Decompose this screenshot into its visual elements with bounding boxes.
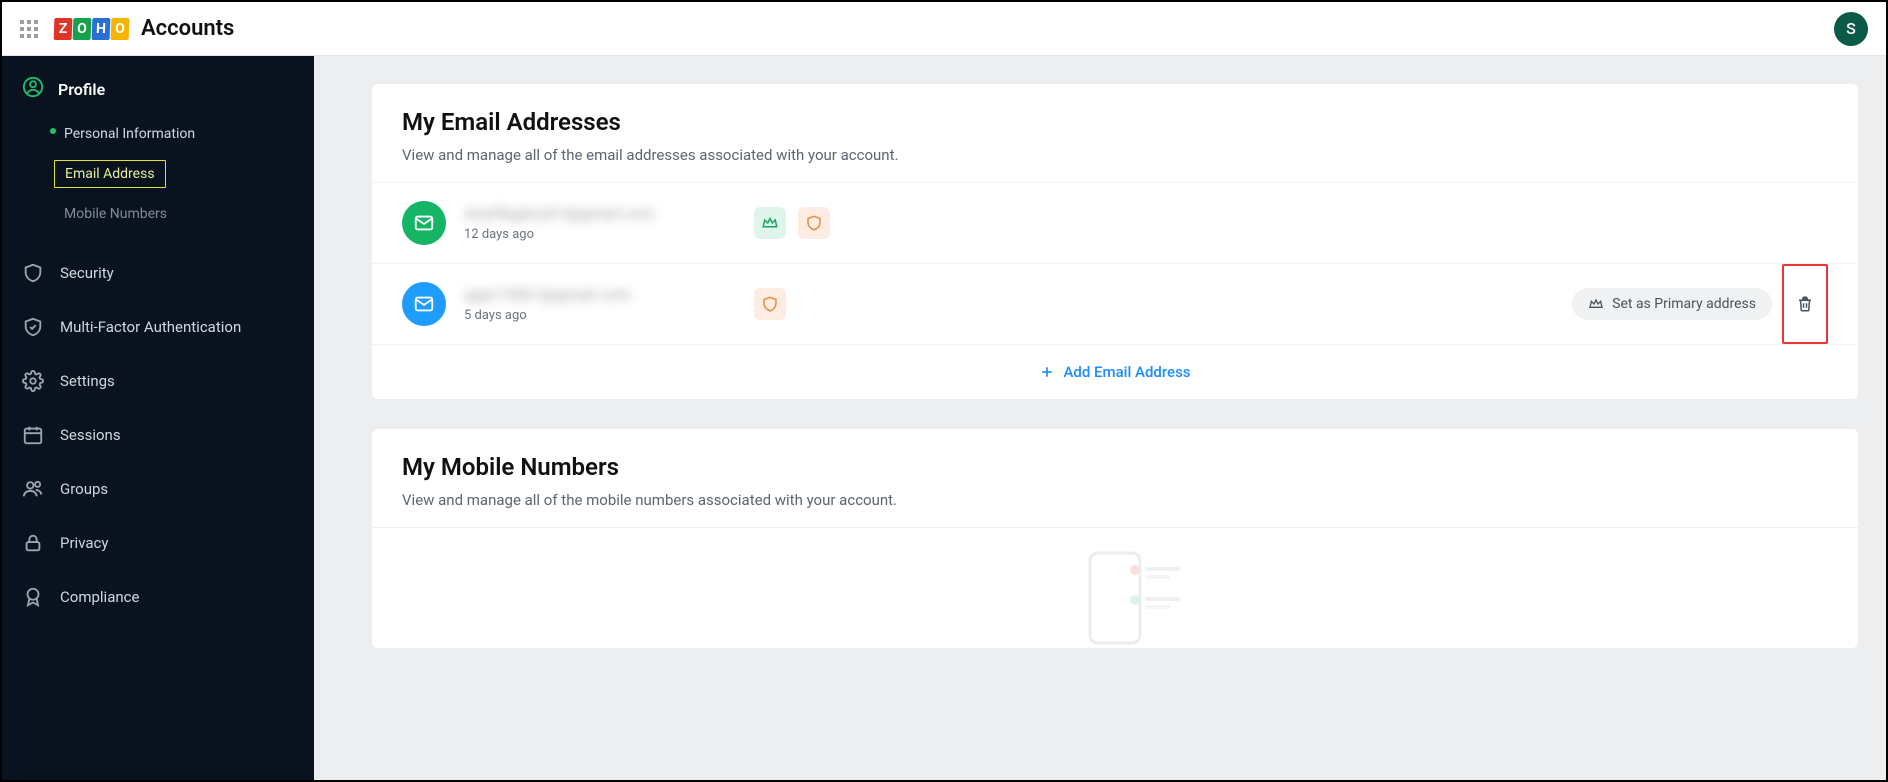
email-addresses-card: My Email Addresses View and manage all o… — [372, 84, 1858, 399]
logo-letter: H — [92, 18, 111, 40]
users-icon — [22, 478, 44, 500]
verified-shield-icon — [798, 207, 830, 239]
empty-state-illustration — [372, 528, 1858, 648]
sidebar-item-label: Compliance — [60, 588, 139, 606]
plus-icon — [1039, 364, 1055, 380]
sidebar-item-label: Security — [60, 264, 114, 282]
email-time-text: 12 days ago — [464, 227, 714, 242]
shield-icon — [22, 262, 44, 284]
card-title: My Mobile Numbers — [402, 453, 1828, 481]
primary-crown-icon — [754, 207, 786, 239]
profile-icon — [22, 76, 44, 102]
sidebar-item-label: Privacy — [60, 534, 108, 552]
mail-icon — [402, 282, 446, 326]
email-row-primary[interactable]: sharfleglery01@gmail.com 12 days ago — [372, 183, 1858, 264]
sidebar-sub-label[interactable]: Email Address — [54, 160, 166, 188]
logo-letter: Z — [54, 18, 73, 40]
delete-email-button[interactable] — [1782, 264, 1828, 344]
sidebar-item-settings[interactable]: Settings — [2, 354, 314, 408]
set-primary-button[interactable]: Set as Primary address — [1572, 288, 1772, 320]
email-time-text: 5 days ago — [464, 308, 714, 323]
sidebar-item-label: Settings — [60, 372, 115, 390]
mail-icon — [402, 201, 446, 245]
email-address-text: appr15561@gmail.com — [464, 285, 714, 304]
app-switcher-icon[interactable] — [20, 20, 38, 38]
top-bar: Z O H O Accounts S — [2, 2, 1886, 56]
sidebar-item-sessions[interactable]: Sessions — [2, 408, 314, 462]
app-title: Accounts — [141, 16, 234, 41]
set-primary-label: Set as Primary address — [1612, 296, 1756, 312]
zoho-logo[interactable]: Z O H O Accounts — [54, 16, 234, 41]
add-email-label: Add Email Address — [1063, 363, 1190, 381]
shield-check-icon — [22, 316, 44, 338]
sidebar-item-privacy[interactable]: Privacy — [2, 516, 314, 570]
award-icon — [22, 586, 44, 608]
crown-icon — [1588, 296, 1604, 312]
mobile-numbers-card: My Mobile Numbers View and manage all of… — [372, 429, 1858, 648]
gear-icon — [22, 370, 44, 392]
main-content: My Email Addresses View and manage all o… — [314, 56, 1886, 780]
sidebar-item-label: Sessions — [60, 426, 121, 444]
card-subtitle: View and manage all of the mobile number… — [402, 491, 1828, 509]
sidebar-item-security[interactable]: Security — [2, 246, 314, 300]
sidebar-subitem-personal-info[interactable]: Personal Information — [2, 116, 314, 156]
email-row-secondary[interactable]: appr15561@gmail.com 5 days ago Set as Pr… — [372, 264, 1858, 345]
sidebar-sub-label[interactable]: Personal Information — [64, 120, 314, 148]
logo-letter: O — [73, 18, 92, 40]
email-address-text: sharfleglery01@gmail.com — [464, 204, 714, 223]
lock-icon — [22, 532, 44, 554]
sidebar: Profile Personal Information Email Addre… — [2, 56, 314, 780]
trash-icon — [1796, 295, 1814, 313]
card-title: My Email Addresses — [402, 108, 1828, 136]
calendar-icon — [22, 424, 44, 446]
user-avatar[interactable]: S — [1834, 12, 1868, 46]
sidebar-item-label: Profile — [58, 80, 105, 99]
add-email-button[interactable]: Add Email Address — [372, 345, 1858, 399]
active-dot-icon — [50, 128, 56, 134]
sidebar-item-mfa[interactable]: Multi-Factor Authentication — [2, 300, 314, 354]
verified-shield-icon — [754, 288, 786, 320]
sidebar-item-compliance[interactable]: Compliance — [2, 570, 314, 624]
sidebar-subitem-mobile-numbers[interactable]: Mobile Numbers — [2, 196, 314, 236]
sidebar-sub-label[interactable]: Mobile Numbers — [64, 200, 314, 228]
card-subtitle: View and manage all of the email address… — [402, 146, 1828, 164]
logo-letter: O — [111, 18, 130, 40]
sidebar-item-label: Multi-Factor Authentication — [60, 318, 241, 336]
sidebar-item-profile[interactable]: Profile — [2, 66, 314, 116]
sidebar-item-groups[interactable]: Groups — [2, 462, 314, 516]
sidebar-subitem-email-address[interactable]: Email Address — [2, 156, 314, 196]
sidebar-item-label: Groups — [60, 480, 108, 498]
